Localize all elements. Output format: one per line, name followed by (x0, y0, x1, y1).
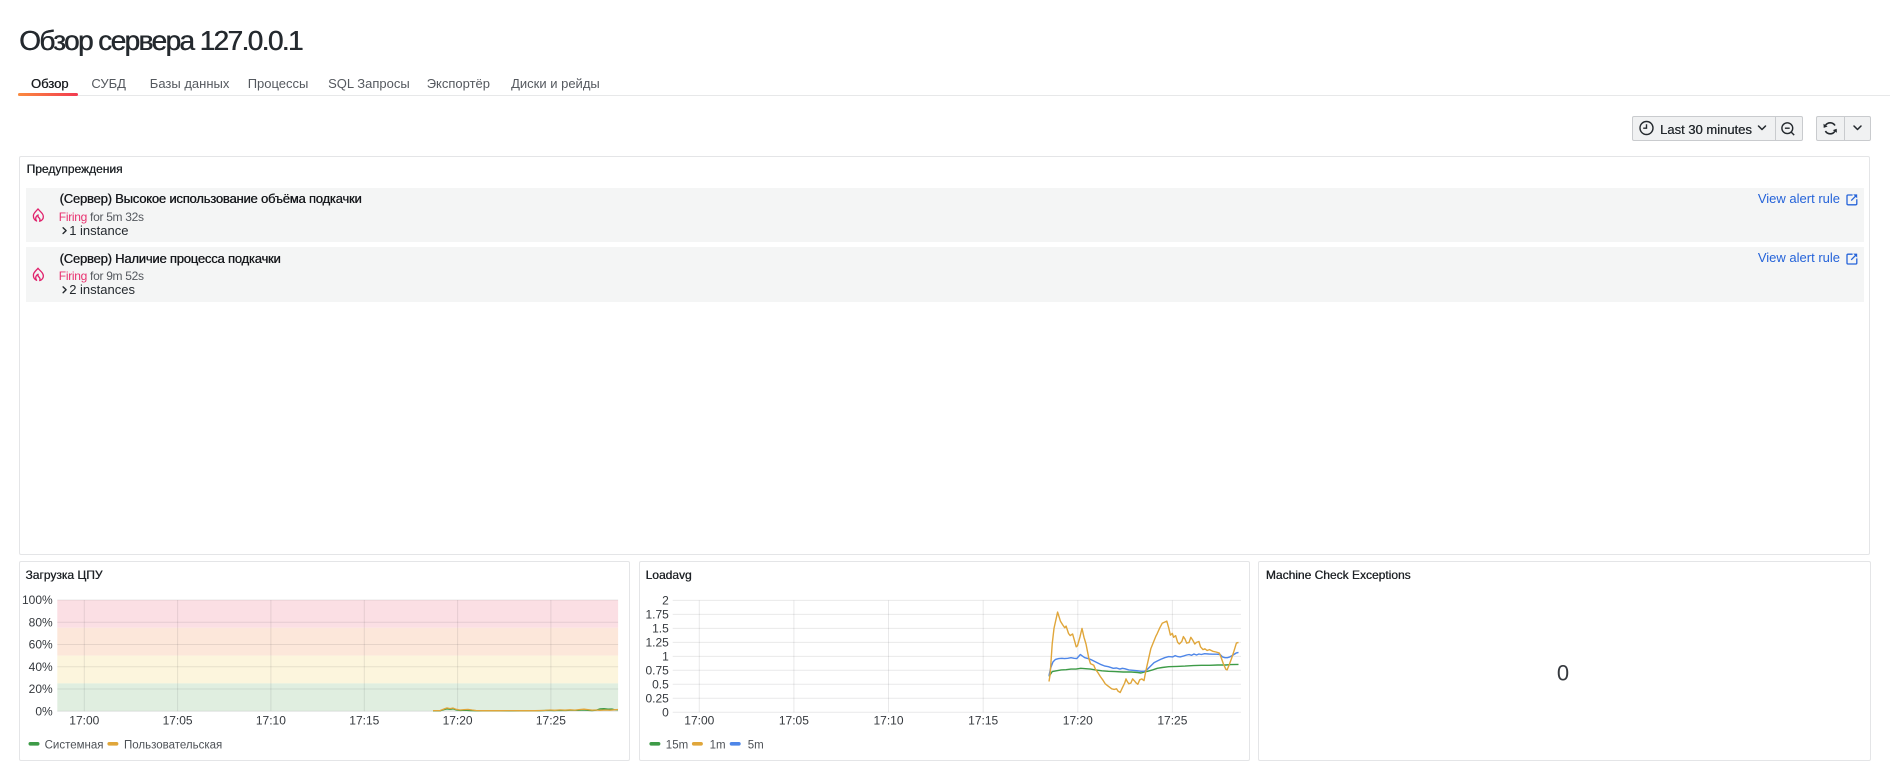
svg-text:17:20: 17:20 (443, 714, 473, 728)
svg-text:17:05: 17:05 (779, 714, 809, 728)
svg-text:17:00: 17:00 (69, 714, 99, 728)
svg-text:60%: 60% (29, 638, 53, 652)
svg-text:17:00: 17:00 (684, 714, 714, 728)
svg-text:1.75: 1.75 (645, 608, 669, 622)
svg-text:0.25: 0.25 (645, 692, 669, 706)
svg-text:2: 2 (662, 594, 669, 608)
svg-text:15m: 15m (666, 740, 688, 752)
svg-text:80%: 80% (29, 616, 53, 630)
svg-text:17:15: 17:15 (968, 714, 998, 728)
svg-text:0.75: 0.75 (645, 664, 669, 678)
svg-text:20%: 20% (29, 682, 53, 696)
svg-text:17:20: 17:20 (1063, 714, 1093, 728)
svg-text:100%: 100% (22, 593, 53, 607)
svg-text:1.25: 1.25 (645, 636, 669, 650)
svg-text:0: 0 (1557, 661, 1569, 686)
svg-text:1.5: 1.5 (652, 622, 669, 636)
svg-text:40%: 40% (29, 660, 53, 674)
svg-text:17:10: 17:10 (256, 714, 286, 728)
svg-text:1: 1 (662, 650, 669, 664)
svg-text:1m: 1m (710, 740, 726, 752)
svg-text:17:10: 17:10 (873, 714, 903, 728)
svg-text:17:25: 17:25 (1157, 714, 1187, 728)
svg-text:0.5: 0.5 (652, 678, 669, 692)
svg-text:0%: 0% (35, 704, 53, 718)
svg-text:Системная: Системная (45, 740, 104, 752)
svg-text:17:05: 17:05 (163, 714, 193, 728)
svg-text:17:15: 17:15 (349, 714, 379, 728)
svg-text:5m: 5m (748, 740, 764, 752)
svg-text:0: 0 (662, 706, 669, 720)
svg-text:Пользовательская: Пользовательская (124, 740, 222, 752)
svg-text:17:25: 17:25 (536, 714, 566, 728)
